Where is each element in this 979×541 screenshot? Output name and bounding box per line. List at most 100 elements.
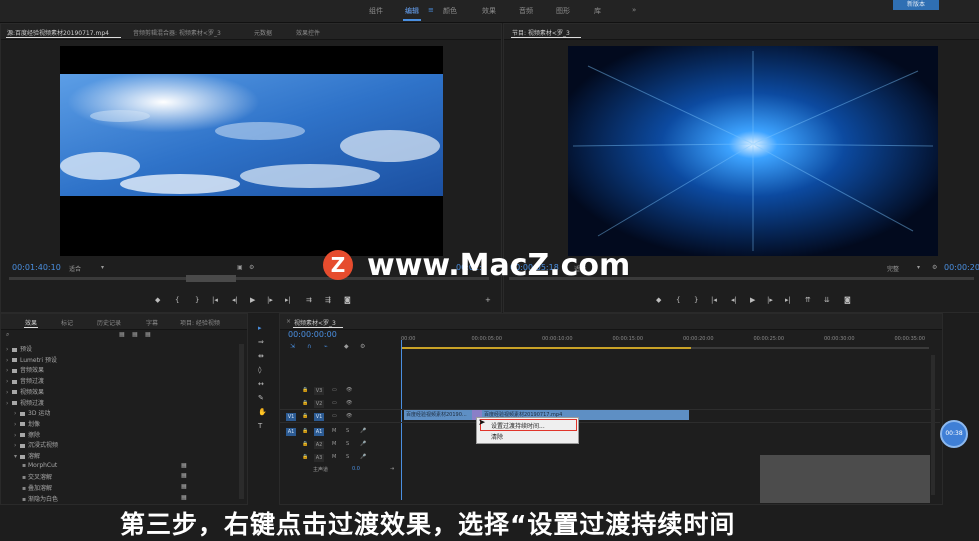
effects-tree-item[interactable]: ›3D 运动: [14, 408, 50, 417]
workspace-more-icon[interactable]: »: [632, 6, 636, 14]
go-to-out-icon[interactable]: ▸|: [285, 296, 291, 304]
eye-icon[interactable]: 👁: [346, 413, 352, 419]
eye-icon[interactable]: 👁: [346, 387, 352, 393]
slip-icon[interactable]: ↔: [258, 380, 264, 388]
step-back-icon[interactable]: ◂|: [232, 296, 238, 304]
solo-icon[interactable]: S: [346, 454, 349, 460]
lock-icon[interactable]: 🔒: [302, 454, 308, 460]
playhead[interactable]: [401, 340, 402, 500]
eye-icon[interactable]: 👁: [346, 400, 352, 406]
track-name-v1[interactable]: V1: [314, 413, 324, 421]
nest-icon[interactable]: ⇲: [290, 343, 295, 350]
overwrite-icon[interactable]: ⇶: [325, 296, 331, 304]
lock-icon[interactable]: 🔒: [302, 428, 308, 434]
update-badge[interactable]: 新版本: [893, 0, 939, 10]
play-icon[interactable]: ▶: [250, 296, 255, 304]
track-name-a3[interactable]: A3: [314, 454, 324, 462]
effects-tree-item[interactable]: ▪叠加溶解▦: [22, 483, 52, 492]
effects-tree-item[interactable]: ›擦除: [14, 430, 40, 439]
tab-metadata[interactable]: 元数据: [254, 28, 272, 37]
32bit-effects-icon[interactable]: ▦: [132, 331, 138, 338]
go-to-in-icon[interactable]: |◂: [212, 296, 218, 304]
workspace-libraries[interactable]: 库: [594, 6, 601, 16]
step-forward-icon[interactable]: |▸: [767, 296, 773, 304]
tab-sequence[interactable]: 视频素材<罗_3: [294, 318, 336, 327]
effects-tree-item[interactable]: ▪交叉溶解▦: [22, 472, 52, 481]
effects-tree-item[interactable]: ›视频过渡: [6, 398, 44, 407]
effects-tree-item[interactable]: ›沉浸式视频: [14, 440, 58, 449]
camera-icon[interactable]: ◙: [344, 296, 351, 304]
workspace-assembly[interactable]: 组件: [369, 6, 383, 16]
mark-in-icon[interactable]: {: [175, 296, 179, 304]
timeline-timecode[interactable]: 00:00:00:00: [288, 330, 337, 339]
effects-tree-item[interactable]: ›音频过渡: [6, 376, 44, 385]
track-name-a2[interactable]: A2: [314, 441, 324, 449]
lock-icon[interactable]: 🔒: [302, 387, 308, 393]
source-video-frame[interactable]: [60, 46, 443, 256]
selection-tool-icon[interactable]: ▸: [258, 324, 262, 332]
source-fit-select[interactable]: 适合: [69, 264, 81, 273]
mute-icon[interactable]: M: [332, 428, 336, 434]
snap-icon[interactable]: ∩: [307, 343, 311, 350]
set-transition-duration-item[interactable]: 设置过渡持续时间...: [491, 421, 545, 430]
source-timecode[interactable]: 00:01:40:10: [12, 263, 61, 272]
solo-icon[interactable]: S: [346, 428, 349, 434]
lock-icon[interactable]: 🔒: [302, 413, 308, 419]
mark-out-icon[interactable]: }: [195, 296, 199, 304]
workspace-editing[interactable]: 编辑: [405, 6, 419, 16]
microphone-icon[interactable]: 🎤: [360, 428, 366, 434]
accelerated-effects-icon[interactable]: ▦: [119, 331, 125, 338]
source-patch-v1[interactable]: V1: [286, 413, 296, 421]
tab-markers[interactable]: 标记: [61, 318, 73, 327]
workspace-effects[interactable]: 效果: [482, 6, 496, 16]
wrench-icon[interactable]: ⚙: [932, 264, 937, 271]
add-marker-icon[interactable]: ◆: [656, 296, 661, 304]
insert-icon[interactable]: ⇉: [306, 296, 312, 304]
extract-icon[interactable]: ⇊: [824, 296, 830, 304]
solo-icon[interactable]: S: [346, 441, 349, 447]
mute-icon[interactable]: M: [332, 441, 336, 447]
sync-lock-icon[interactable]: ▭: [332, 400, 337, 406]
effects-tree-item[interactable]: ›Lumetri 预设: [6, 355, 57, 364]
tab-program[interactable]: 节目: 视频素材<罗_3: [512, 28, 570, 37]
sync-lock-icon[interactable]: ▭: [332, 387, 337, 393]
clear-item[interactable]: 清除: [491, 432, 503, 441]
workspace-menu-icon[interactable]: ≡: [428, 6, 434, 14]
microphone-icon[interactable]: 🎤: [360, 441, 366, 447]
tab-effects[interactable]: 效果: [25, 318, 37, 327]
yuv-effects-icon[interactable]: ▦: [145, 331, 151, 338]
tab-source[interactable]: 源:百度经验视频素材20190717.mp4: [7, 28, 109, 37]
workspace-audio[interactable]: 音频: [519, 6, 533, 16]
add-marker-icon[interactable]: ◆: [344, 343, 349, 350]
tab-effect-controls[interactable]: 效果控件: [296, 28, 320, 37]
tab-history[interactable]: 历史记录: [97, 318, 121, 327]
hand-icon[interactable]: ✋: [258, 408, 267, 416]
effects-scrollbar[interactable]: [239, 344, 244, 499]
track-name-v2[interactable]: V2: [314, 400, 324, 408]
type-tool-icon[interactable]: T: [258, 422, 262, 430]
lock-icon[interactable]: 🔒: [302, 441, 308, 447]
effects-tree-item[interactable]: ›视频效果: [6, 387, 44, 396]
go-to-in-icon[interactable]: |◂: [711, 296, 717, 304]
camera-icon[interactable]: ◙: [844, 296, 851, 304]
track-name-v3[interactable]: V3: [314, 387, 324, 395]
step-back-icon[interactable]: ◂|: [731, 296, 737, 304]
add-marker-icon[interactable]: ◆: [155, 296, 160, 304]
track-select-icon[interactable]: ⇒: [258, 338, 264, 346]
program-video-frame[interactable]: [568, 46, 938, 256]
effects-tree-item[interactable]: ▪MorphCut▦: [22, 462, 57, 469]
ripple-edit-icon[interactable]: ⇹: [258, 352, 264, 360]
razor-icon[interactable]: ◊: [258, 366, 261, 374]
lock-icon[interactable]: 🔒: [302, 400, 308, 406]
linked-selection-icon[interactable]: ⌁: [324, 343, 328, 350]
chevron-down-icon[interactable]: ▾: [917, 264, 920, 271]
wrench-icon[interactable]: ⚙: [249, 264, 254, 271]
step-forward-icon[interactable]: |▸: [267, 296, 273, 304]
effects-search-input[interactable]: [15, 331, 119, 341]
play-icon[interactable]: ▶: [750, 296, 755, 304]
add-button-icon[interactable]: +: [485, 296, 491, 304]
tab-audio-clip-mixer[interactable]: 音频剪辑混合器: 视频素材<罗_3: [133, 28, 221, 37]
settings-icon[interactable]: ▣: [237, 264, 243, 271]
lift-icon[interactable]: ⇈: [805, 296, 811, 304]
program-quality-select[interactable]: 完整: [887, 264, 899, 273]
